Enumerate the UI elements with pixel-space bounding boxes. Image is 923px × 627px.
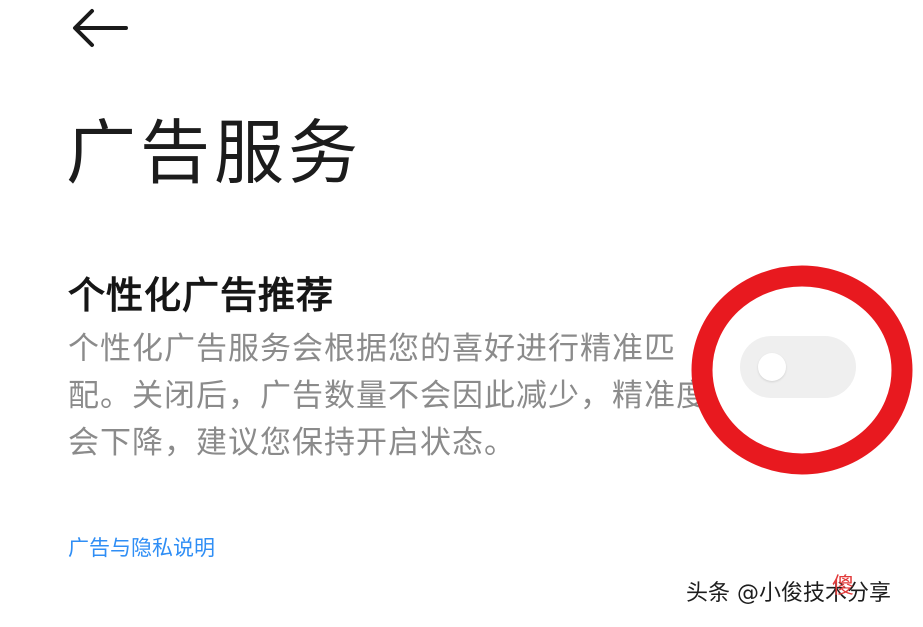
- arrow-left-icon: [62, 4, 138, 54]
- setting-title: 个性化广告推荐: [68, 274, 334, 317]
- back-button[interactable]: [62, 4, 138, 54]
- page-title: 广告服务: [66, 112, 362, 194]
- personalized-ads-toggle[interactable]: [740, 336, 856, 398]
- setting-description: 个性化广告服务会根据您的喜好进行精准匹配。关闭后，广告数量不会因此减少，精准度会…: [68, 331, 708, 461]
- toggle-knob: [758, 353, 786, 381]
- ads-privacy-link[interactable]: 广告与隐私说明: [68, 532, 215, 564]
- watermark: 头条 @小俊技术分享: [686, 581, 891, 606]
